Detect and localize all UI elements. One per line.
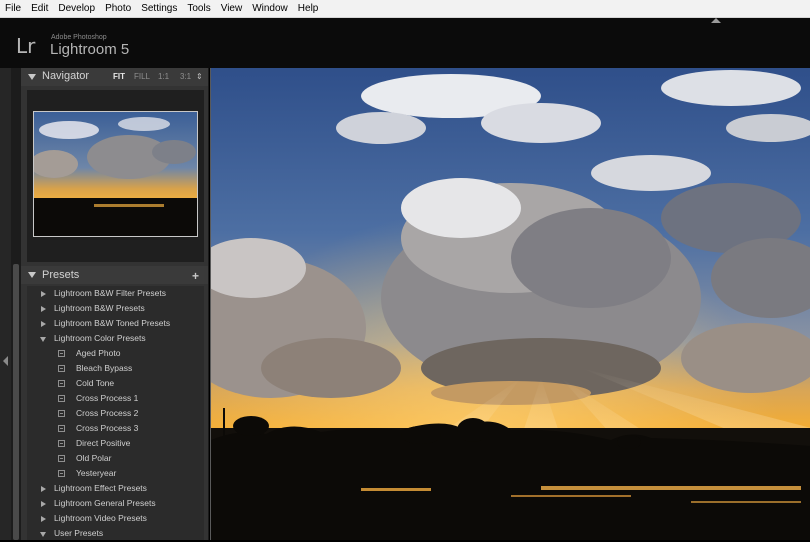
preset-label: Old Polar xyxy=(76,453,112,463)
preset-item[interactable]: Aged Photo xyxy=(27,347,204,362)
expand-triangle-icon[interactable] xyxy=(41,516,46,522)
preset-item[interactable]: Cross Process 2 xyxy=(27,407,204,422)
sunset-landscape-image xyxy=(211,68,810,540)
zoom-stepper-icon[interactable]: ⇕ xyxy=(196,72,203,81)
preset-label: Cross Process 3 xyxy=(76,423,139,433)
preset-icon xyxy=(58,425,65,432)
preset-folder-label: Lightroom Color Presets xyxy=(54,333,146,343)
identity-plate: Lr Adobe Photoshop Lightroom 5 xyxy=(0,18,810,68)
lightroom-logo: Lr xyxy=(16,34,36,58)
preset-folder[interactable]: Lightroom Color Presets xyxy=(27,332,204,347)
preset-folder-label: Lightroom Effect Presets xyxy=(54,483,147,493)
preset-item[interactable]: Old Polar xyxy=(27,452,204,467)
left-panel-edge[interactable] xyxy=(0,68,11,540)
preset-item[interactable]: Cross Process 3 xyxy=(27,422,204,437)
collapse-triangle-icon[interactable] xyxy=(40,337,46,342)
preset-icon xyxy=(58,455,65,462)
menu-develop[interactable]: Develop xyxy=(53,0,100,17)
expand-triangle-icon[interactable] xyxy=(41,291,46,297)
expand-triangle-icon[interactable] xyxy=(41,321,46,327)
preset-folder-label: User Presets xyxy=(54,528,104,538)
preset-label: Aged Photo xyxy=(76,348,121,358)
collapse-triangle-icon[interactable] xyxy=(28,74,36,80)
preset-label: Cold Tone xyxy=(76,378,115,388)
menu-photo[interactable]: Photo xyxy=(100,0,136,17)
preset-icon xyxy=(58,440,65,447)
collapse-triangle-icon[interactable] xyxy=(28,272,36,278)
preset-icon xyxy=(58,365,65,372)
preset-list: Lightroom B&W Filter Presets Lightroom B… xyxy=(27,286,204,540)
preset-item[interactable]: Yesteryear xyxy=(27,467,204,482)
menu-window[interactable]: Window xyxy=(247,0,293,17)
navigator-title: Navigator xyxy=(42,70,90,82)
zoom-fit[interactable]: FIT xyxy=(113,72,125,81)
preset-folder[interactable]: Lightroom General Presets xyxy=(27,497,204,512)
presets-title: Presets xyxy=(42,269,80,281)
preset-folder-label: Lightroom General Presets xyxy=(54,498,156,508)
navigator-thumbnail[interactable] xyxy=(33,111,198,237)
preset-icon xyxy=(58,470,65,477)
menu-tools[interactable]: Tools xyxy=(182,0,215,17)
left-panel: Navigator FIT FILL 1:1 3:1 ⇕ Presets + L… xyxy=(21,68,209,540)
preset-label: Direct Positive xyxy=(76,438,131,448)
menu-view[interactable]: View xyxy=(216,0,248,17)
expand-triangle-icon[interactable] xyxy=(41,501,46,507)
preset-item[interactable]: Bleach Bypass xyxy=(27,362,204,377)
collapse-triangle-icon[interactable] xyxy=(40,532,46,537)
preset-icon xyxy=(58,350,65,357)
brand-title: Lightroom 5 xyxy=(50,41,130,58)
preset-icon xyxy=(58,395,65,402)
menu-settings[interactable]: Settings xyxy=(136,0,182,17)
preset-folder-label: Lightroom Video Presets xyxy=(54,513,147,523)
preset-folder[interactable]: Lightroom Video Presets xyxy=(27,512,204,527)
menu-bar: File Edit Develop Photo Settings Tools V… xyxy=(0,0,810,18)
preset-item[interactable]: Cross Process 1 xyxy=(27,392,204,407)
scrollbar-thumb[interactable] xyxy=(13,264,19,540)
zoom-3-1[interactable]: 3:1 xyxy=(180,72,191,81)
preset-folder-label: Lightroom B&W Toned Presets xyxy=(54,318,171,328)
preset-folder-label: Lightroom B&W Presets xyxy=(54,303,145,313)
preset-folder[interactable]: Lightroom B&W Presets xyxy=(27,302,204,317)
preset-folder-label: Lightroom B&W Filter Presets xyxy=(54,288,166,298)
expand-triangle-icon[interactable] xyxy=(41,486,46,492)
main-photo-view[interactable] xyxy=(210,68,810,540)
preset-folder[interactable]: Lightroom B&W Filter Presets xyxy=(27,287,204,302)
presets-header[interactable]: Presets xyxy=(21,266,208,284)
preset-label: Bleach Bypass xyxy=(76,363,133,373)
menu-edit[interactable]: Edit xyxy=(26,0,53,17)
navigator-header[interactable]: Navigator FIT FILL 1:1 3:1 ⇕ xyxy=(21,68,208,86)
preset-folder[interactable]: Lightroom B&W Toned Presets xyxy=(27,317,204,332)
preset-label: Yesteryear xyxy=(76,468,117,478)
preset-item[interactable]: Cold Tone xyxy=(27,377,204,392)
preset-label: Cross Process 2 xyxy=(76,408,139,418)
collapse-left-panel-icon[interactable] xyxy=(3,356,8,366)
zoom-1-1[interactable]: 1:1 xyxy=(158,72,169,81)
zoom-fill[interactable]: FILL xyxy=(134,72,150,81)
preset-icon xyxy=(58,380,65,387)
preset-folder[interactable]: Lightroom Effect Presets xyxy=(27,482,204,497)
preset-icon xyxy=(58,410,65,417)
preset-label: Cross Process 1 xyxy=(76,393,139,403)
menu-file[interactable]: File xyxy=(0,0,26,17)
navigator-thumbnail-image xyxy=(34,112,197,236)
preset-item[interactable]: Direct Positive xyxy=(27,437,204,452)
expand-triangle-icon[interactable] xyxy=(41,306,46,312)
add-preset-button[interactable]: + xyxy=(192,269,199,283)
brand-subtitle: Adobe Photoshop xyxy=(51,34,107,41)
collapse-top-panel-icon[interactable] xyxy=(711,18,721,23)
menu-help[interactable]: Help xyxy=(293,0,324,17)
